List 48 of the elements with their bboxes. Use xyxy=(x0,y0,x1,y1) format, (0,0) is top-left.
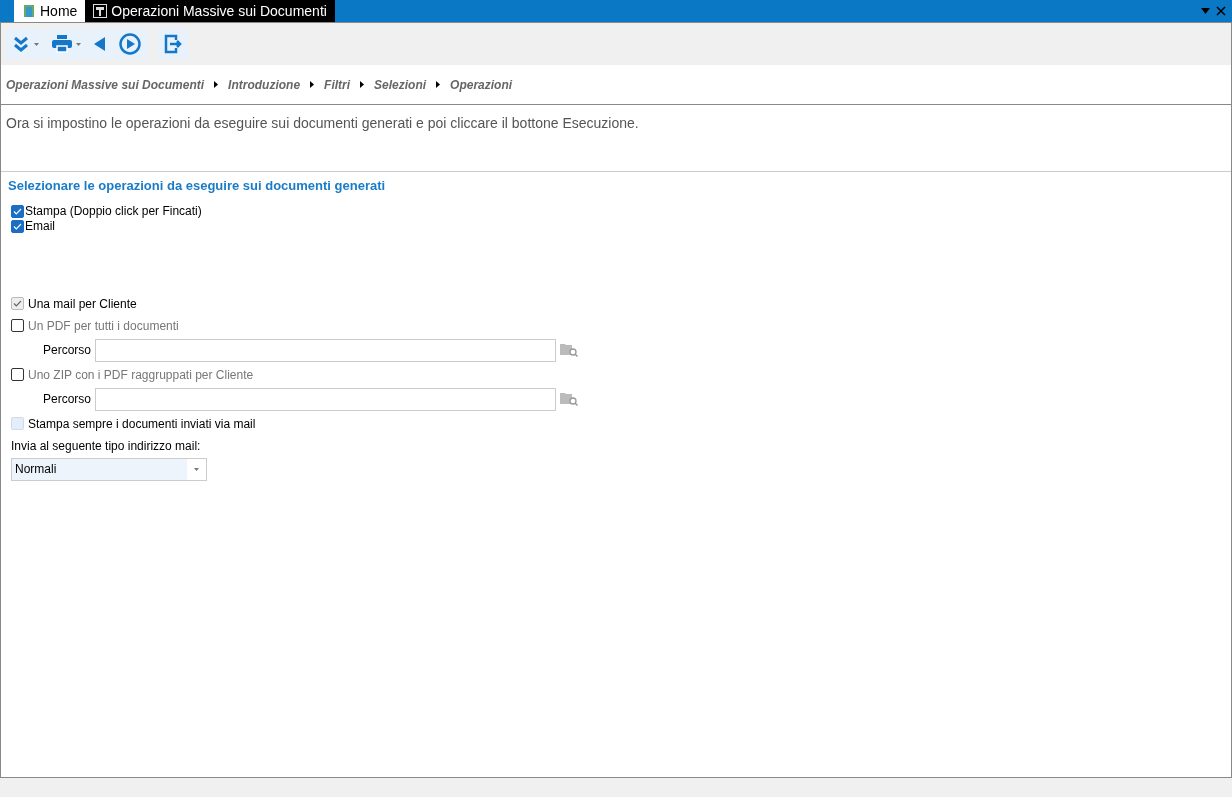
intro-text: Ora si impostino le operazioni da eseguire sui documenti generati e poi cliccare il bottone Esecuzione. xyxy=(6,114,640,133)
left-triangle-icon xyxy=(94,37,106,51)
caret-icon xyxy=(194,467,199,471)
checkbox-label: Email xyxy=(25,218,55,235)
app-logo-icon xyxy=(22,4,36,18)
breadcrumb-item[interactable]: Filtri xyxy=(324,75,351,94)
triangle-right-icon xyxy=(310,81,315,88)
checkbox[interactable] xyxy=(11,204,24,218)
caret-icon xyxy=(76,42,81,46)
dropdown-icon[interactable] xyxy=(1201,8,1210,14)
triangle-right-icon xyxy=(436,81,441,88)
checkbox[interactable] xyxy=(11,368,24,381)
toolbar-button[interactable] xyxy=(113,29,147,59)
checkbox-label: Uno ZIP con i PDF raggruppati per Cliente xyxy=(28,366,254,384)
checkbox[interactable] xyxy=(11,319,24,332)
breadcrumb-item[interactable]: Operazioni xyxy=(450,75,513,94)
breadcrumb-item[interactable]: Operazioni Massive sui Documenti xyxy=(6,75,205,94)
toolbar-button[interactable] xyxy=(158,29,188,59)
field-label: Invia al seguente tipo indirizzo mail: xyxy=(11,437,202,455)
field-label: Percorso xyxy=(43,342,92,359)
close-icon[interactable] xyxy=(1216,6,1226,16)
folder-search-icon[interactable] xyxy=(560,343,579,357)
toolbar-button[interactable] xyxy=(6,29,45,59)
breadcrumb-item[interactable]: Selezioni xyxy=(374,75,427,94)
tab[interactable]: Operazioni Massive sui Documenti xyxy=(85,0,335,22)
path-field[interactable] xyxy=(95,338,557,362)
section-title: Selezionare le operazioni da eseguire sui documenti generati xyxy=(8,177,387,195)
path-field[interactable] xyxy=(95,387,557,411)
printer-icon xyxy=(52,35,72,53)
toolbar-button[interactable] xyxy=(46,29,87,59)
play-circle-icon xyxy=(119,33,141,55)
checkbox-label: Un PDF per tutti i documenti xyxy=(28,317,179,335)
address-type-dropdown[interactable]: Normali xyxy=(11,457,207,481)
checkbox-label: Stampa sempre i documenti inviati via mail xyxy=(28,415,256,433)
form-icon xyxy=(93,4,108,18)
checkbox[interactable] xyxy=(11,219,24,233)
caret-icon xyxy=(34,42,39,46)
checkbox-label: Stampa (Doppio click per Fincati) xyxy=(25,203,202,220)
triangle-right-icon xyxy=(360,81,365,88)
checkbox-label: Una mail per Cliente xyxy=(28,295,137,313)
breadcrumb-item[interactable]: Introduzione xyxy=(228,75,301,94)
double-chevron-down-icon xyxy=(12,35,30,53)
triangle-right-icon xyxy=(214,81,219,88)
field-label: Percorso xyxy=(43,391,92,408)
tab[interactable]: Home xyxy=(14,0,86,22)
exit-icon xyxy=(164,34,182,54)
toolbar-button[interactable] xyxy=(88,29,112,59)
folder-search-icon[interactable] xyxy=(560,392,579,406)
